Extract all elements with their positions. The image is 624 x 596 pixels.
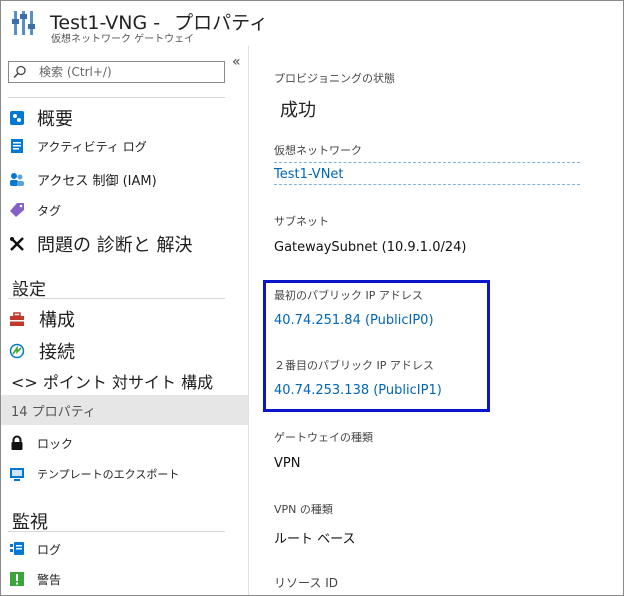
vnet-field-border (274, 184, 580, 185)
public-ip2-link[interactable]: 40.74.253.138 (PublicIP1) (274, 383, 442, 398)
alert-icon (9, 571, 25, 587)
subnet-label: サブネット (274, 215, 329, 228)
search-icon (13, 65, 26, 79)
resource-menu: « 概要 アクティビティ ログ アクセス 制御 (IAM) タグ (1, 46, 249, 595)
menu-item-label: 問題の 診断と 解決 (37, 235, 193, 256)
menu-item-label: 構成 (39, 310, 75, 331)
menu-item-point-to-site[interactable]: <> ポイント 対サイト 構成 (1, 366, 248, 396)
menu-item-label: 概要 (37, 109, 73, 130)
search-input[interactable] (39, 64, 219, 80)
menu-item-connections[interactable]: 接続 (1, 336, 248, 366)
menu-item-overview[interactable]: 概要 (1, 103, 248, 133)
vpn-type-value: ルート ベース (274, 532, 356, 547)
logs-icon (9, 541, 25, 557)
menu-item-label: タグ (37, 203, 62, 218)
menu-item-label: アクティビティ ログ (37, 139, 147, 154)
public-ip1-link[interactable]: 40.74.251.84 (PublicIP0) (274, 313, 434, 328)
menu-item-activity-log[interactable]: アクティビティ ログ (1, 131, 248, 161)
settings-section-header: 設定 (12, 280, 46, 300)
menu-item-label: テンプレートのエクスポート (37, 468, 180, 481)
blade-header: Test1-VNG - プロパティ 仮想ネットワーク ゲートウェイ (0, 0, 622, 46)
menu-item-label: アクセス 制御 (IAM) (37, 173, 157, 189)
menu-item-label: 14 プロパティ (11, 404, 96, 420)
properties-pane: プロビジョニングの状態 成功 仮想ネットワーク Test1-VNet サブネット… (250, 46, 622, 595)
menu-item-configuration[interactable]: 構成 (1, 304, 248, 334)
tag-icon (9, 202, 25, 218)
divider (8, 298, 225, 299)
menu-item-alerts[interactable]: 警告 (1, 564, 248, 594)
vnet-field-border (274, 162, 580, 163)
divider (8, 97, 225, 98)
public-ip1-label: 最初のパブリック IP アドレス (274, 289, 423, 302)
menu-item-label: ログ (37, 542, 62, 557)
virtual-network-gateway-icon (12, 11, 35, 35)
connection-icon (9, 343, 25, 359)
toolbox-icon (9, 311, 25, 327)
menu-item-label: ロック (37, 436, 74, 451)
menu-item-properties[interactable]: 14 プロパティ (1, 395, 248, 425)
overview-icon (9, 110, 25, 126)
menu-item-logs[interactable]: ログ (1, 534, 248, 564)
divider (8, 531, 225, 532)
subnet-value: GatewaySubnet (10.9.1.0/24) (274, 240, 467, 255)
iam-icon (9, 171, 25, 187)
menu-search-box[interactable] (8, 61, 225, 83)
vpn-type-label: VPN の種類 (274, 503, 333, 516)
menu-item-diagnose[interactable]: 問題の 診断と 解決 (1, 229, 248, 259)
menu-item-tags[interactable]: タグ (1, 195, 248, 225)
public-ip2-label: ２番目のパブリック IP アドレス (274, 359, 434, 372)
activity-log-icon (9, 138, 25, 154)
gateway-type-value: VPN (274, 456, 301, 471)
export-template-icon (9, 466, 25, 482)
menu-item-label: 警告 (37, 572, 62, 587)
menu-item-locks[interactable]: ロック (1, 428, 248, 458)
wrench-icon (9, 236, 25, 252)
provisioning-state-label: プロビジョニングの状態 (274, 72, 395, 85)
menu-item-access-control[interactable]: アクセス 制御 (IAM) (1, 164, 248, 194)
provisioning-state-value: 成功 (280, 100, 316, 121)
resource-id-label: リソース ID (274, 576, 338, 590)
collapse-menu-button[interactable]: « (232, 54, 241, 70)
menu-item-label: 接続 (39, 342, 75, 363)
menu-item-export-template[interactable]: テンプレートのエクスポート (1, 459, 248, 489)
page-subtitle: 仮想ネットワーク ゲートウェイ (51, 34, 195, 45)
vnet-link[interactable]: Test1-VNet (274, 167, 344, 182)
vnet-label: 仮想ネットワーク (274, 144, 362, 157)
menu-item-label: <> ポイント 対サイト 構成 (11, 373, 214, 392)
lock-icon (9, 435, 25, 451)
gateway-type-label: ゲートウェイの種類 (274, 431, 373, 444)
